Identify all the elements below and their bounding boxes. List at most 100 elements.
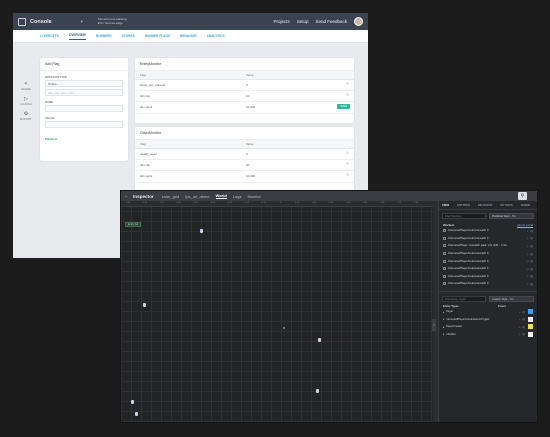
enable-link[interactable]: ENABLE [45,137,123,141]
entity-type-row[interactable]: ▸ Player › ◎ [439,308,537,316]
list-item[interactable]: InterestedPlayerAreaInstanceID 3 › ◎ [439,235,537,243]
entity-selection-chip[interactable]: Entity Sel [125,222,142,227]
chevron-right-icon[interactable]: › [527,244,528,248]
edit-icon[interactable]: ✎ [346,93,349,97]
tab-view[interactable]: VIEW [442,203,449,207]
value-input[interactable] [45,121,123,128]
sidebar-item-export[interactable]: ⚙ EXPORT [20,111,31,121]
name-input[interactable] [45,105,123,112]
project-selector[interactable]: Sss-test-new-tracking EIS / hermes-edge [98,17,267,25]
chevron-right-icon[interactable]: › [527,259,528,263]
list-item[interactable]: InterestedPlayer: ssssskdf: walk: mhr sh… [439,242,537,250]
entity-filter-input[interactable]: Filter Entity Types [442,295,486,302]
entity-marker[interactable] [200,229,203,233]
list-item[interactable]: InterestedPlayerAreaInstanceID 0 › ◎ [439,257,537,265]
tab-fps-on-demo[interactable]: fps_on_demo [185,194,209,199]
entity-marker[interactable] [131,400,134,404]
tab-world[interactable]: World [215,193,227,199]
panel-collapse-handle[interactable]: › [432,319,436,331]
nav-projects[interactable]: Projects [273,19,289,24]
edit-icon[interactable]: ✎ [346,162,349,166]
tab-behavior[interactable]: BEHAVIOR [478,203,493,207]
nav-setup[interactable]: Setup [297,19,309,24]
chevron-right-icon[interactable]: › [519,332,520,336]
chevron-down-icon[interactable]: ▼ [80,19,84,24]
target-icon[interactable]: ◎ [530,229,533,233]
tab-entities[interactable]: ENTITIES [457,203,470,207]
target-icon[interactable]: ◎ [522,317,525,321]
entity-marker[interactable] [135,412,138,416]
tab-behavior[interactable]: BEHAVIOR [180,34,197,38]
chevron-right-icon[interactable]: › [527,282,528,286]
target-icon[interactable]: ◎ [530,244,533,248]
tab-physics[interactable]: PHYSICS [500,203,512,207]
chevron-right-icon[interactable]: › [519,310,520,314]
checkbox[interactable] [443,274,446,278]
tab-overview[interactable]: OVERVIEW [68,33,86,40]
target-icon[interactable]: ◎ [530,282,533,286]
chevron-right-icon[interactable]: › [527,252,528,256]
tab-scene[interactable]: SCENE [521,203,531,207]
chevron-right-icon[interactable]: › [527,267,528,271]
target-icon[interactable]: ◎ [530,259,533,263]
checkbox[interactable] [443,229,446,233]
caret-right-icon[interactable]: ▸ [443,325,445,329]
list-item[interactable]: InterestedPlayerAreaInstanceID 0 › ◎ [439,273,537,281]
save-button[interactable]: SAVE [337,104,350,110]
sidebar-item-launch[interactable]: ▷ LAUNCH [20,96,32,106]
caret-right-icon[interactable]: ▸ [443,317,445,321]
entity-type-row[interactable]: ▸ PlayerCreator › ◎ [439,323,537,331]
tab-monitor[interactable]: Monitor [247,194,260,199]
chevron-right-icon[interactable]: › [519,317,520,321]
back-arrow-icon[interactable]: ← [124,193,129,199]
tab-runner-flags[interactable]: RUNNER FLAGS [145,34,170,38]
target-icon[interactable]: ◎ [530,236,533,240]
target-icon[interactable]: ◎ [530,274,533,278]
chevron-right-icon[interactable]: › [519,325,520,329]
target-icon[interactable]: ◎ [522,310,525,314]
checkbox[interactable] [443,267,446,271]
target-icon[interactable]: ◎ [530,252,533,256]
entity-marker[interactable] [316,389,319,393]
list-item[interactable]: InterestedPlayerAreaInstanceID 0 › ◎ [439,250,537,258]
worker-filter-input[interactable]: Filter Workers [442,213,486,219]
entity-type-row[interactable]: ▸ InterestedPlayerAreaInstanceTrigger › ◎ [439,315,537,323]
tab-logs[interactable]: Logs [233,194,242,199]
entity-marker[interactable] [143,303,146,307]
worker-predicate-select[interactable]: Predicate Warn - Tm [489,213,534,219]
checkbox[interactable] [443,282,446,286]
checkbox[interactable] [443,252,446,256]
world-viewport[interactable]: -1.44 -1.28 -1.12 -0.96 -0.80 -0.64 -0.4… [121,201,433,422]
edit-icon[interactable]: ✎ [346,173,349,177]
user-icon[interactable]: ⚲ [518,192,527,200]
chevron-right-icon[interactable]: › [527,229,528,233]
ignore-local-link[interactable]: Ignore Local [517,223,533,227]
list-item[interactable]: InterestedPlayerAreaInstanceID 0 › ◎ [439,227,537,235]
target-icon[interactable]: ◎ [530,267,533,271]
tab-secrets[interactable]: LI SERCETS [40,34,59,38]
entity-type-row[interactable]: ▸ IsSoldier › ◎ [439,330,537,338]
caret-right-icon[interactable]: ▸ [443,332,445,336]
color-swatch[interactable] [528,316,533,322]
checkbox[interactable] [443,244,446,248]
tab-solar-grid[interactable]: solar_grid [162,194,180,199]
color-swatch[interactable] [528,324,533,329]
checkbox[interactable] [443,236,446,240]
nav-send-feedback[interactable]: Send Feedback [315,19,347,24]
entity-marker[interactable] [318,338,321,342]
target-icon[interactable]: ◎ [522,325,525,329]
type-select[interactable]: Online... [45,80,123,87]
flag-key-input[interactable]: flag_key_goes_here [45,89,123,96]
color-swatch[interactable] [528,331,533,337]
list-item[interactable]: InterestedPlayerAreaInstanceID 0 › ◎ [439,280,537,288]
entity-marker[interactable] [283,327,285,329]
entity-style-select[interactable]: Custom Style - Tm [489,295,534,302]
target-icon[interactable]: ◎ [522,332,525,336]
caret-right-icon[interactable]: ▸ [443,310,445,314]
avatar[interactable] [354,17,363,26]
checkbox[interactable] [443,259,446,263]
sidebar-item-share[interactable]: < SHARE [21,81,31,91]
color-swatch[interactable] [528,309,533,314]
chevron-right-icon[interactable]: › [527,236,528,240]
edit-icon[interactable]: ✎ [346,151,349,155]
